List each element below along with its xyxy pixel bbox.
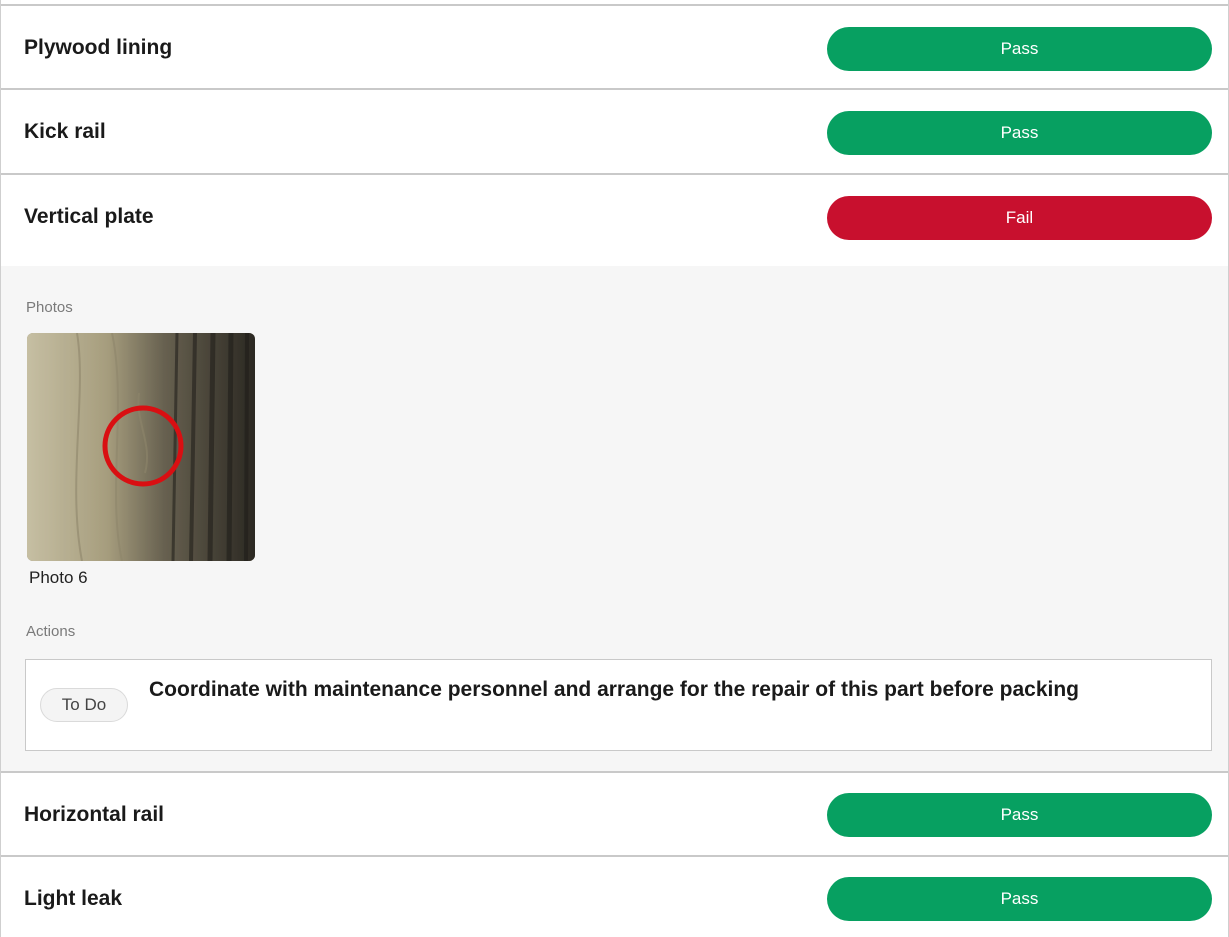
checklist-item-label: Horizontal rail (24, 803, 165, 826)
pass-button[interactable]: Pass (827, 793, 1212, 837)
checklist-row-light-leak: Light leak Pass (1, 855, 1228, 937)
photos-section-label: Photos (26, 299, 73, 316)
defect-photo-thumbnail[interactable] (27, 333, 255, 561)
checklist-item-label: Light leak (24, 887, 123, 910)
checklist-item-label: Vertical plate (24, 205, 154, 228)
pass-button[interactable]: Pass (827, 877, 1212, 921)
checklist-row-plywood-lining: Plywood lining Pass (1, 4, 1228, 88)
defect-photo-image (27, 333, 255, 561)
checklist-item-label: Plywood lining (24, 36, 173, 59)
todo-status-badge[interactable]: To Do (40, 688, 128, 722)
inspection-checklist: Plywood lining Pass Kick rail Pass Verti… (0, 0, 1229, 937)
pass-button[interactable]: Pass (827, 111, 1212, 155)
pass-button[interactable]: Pass (827, 27, 1212, 71)
checklist-item-label: Kick rail (24, 120, 106, 143)
fail-button[interactable]: Fail (827, 196, 1212, 240)
checklist-row-vertical-plate: Vertical plate Fail (1, 173, 1228, 266)
action-description: Coordinate with maintenance personnel an… (149, 678, 1079, 701)
checklist-row-kick-rail: Kick rail Pass (1, 88, 1228, 175)
action-item-card[interactable]: To Do Coordinate with maintenance person… (25, 659, 1212, 751)
checklist-row-horizontal-rail: Horizontal rail Pass (1, 771, 1228, 857)
actions-section-label: Actions (26, 623, 76, 640)
photo-caption: Photo 6 (29, 568, 88, 587)
